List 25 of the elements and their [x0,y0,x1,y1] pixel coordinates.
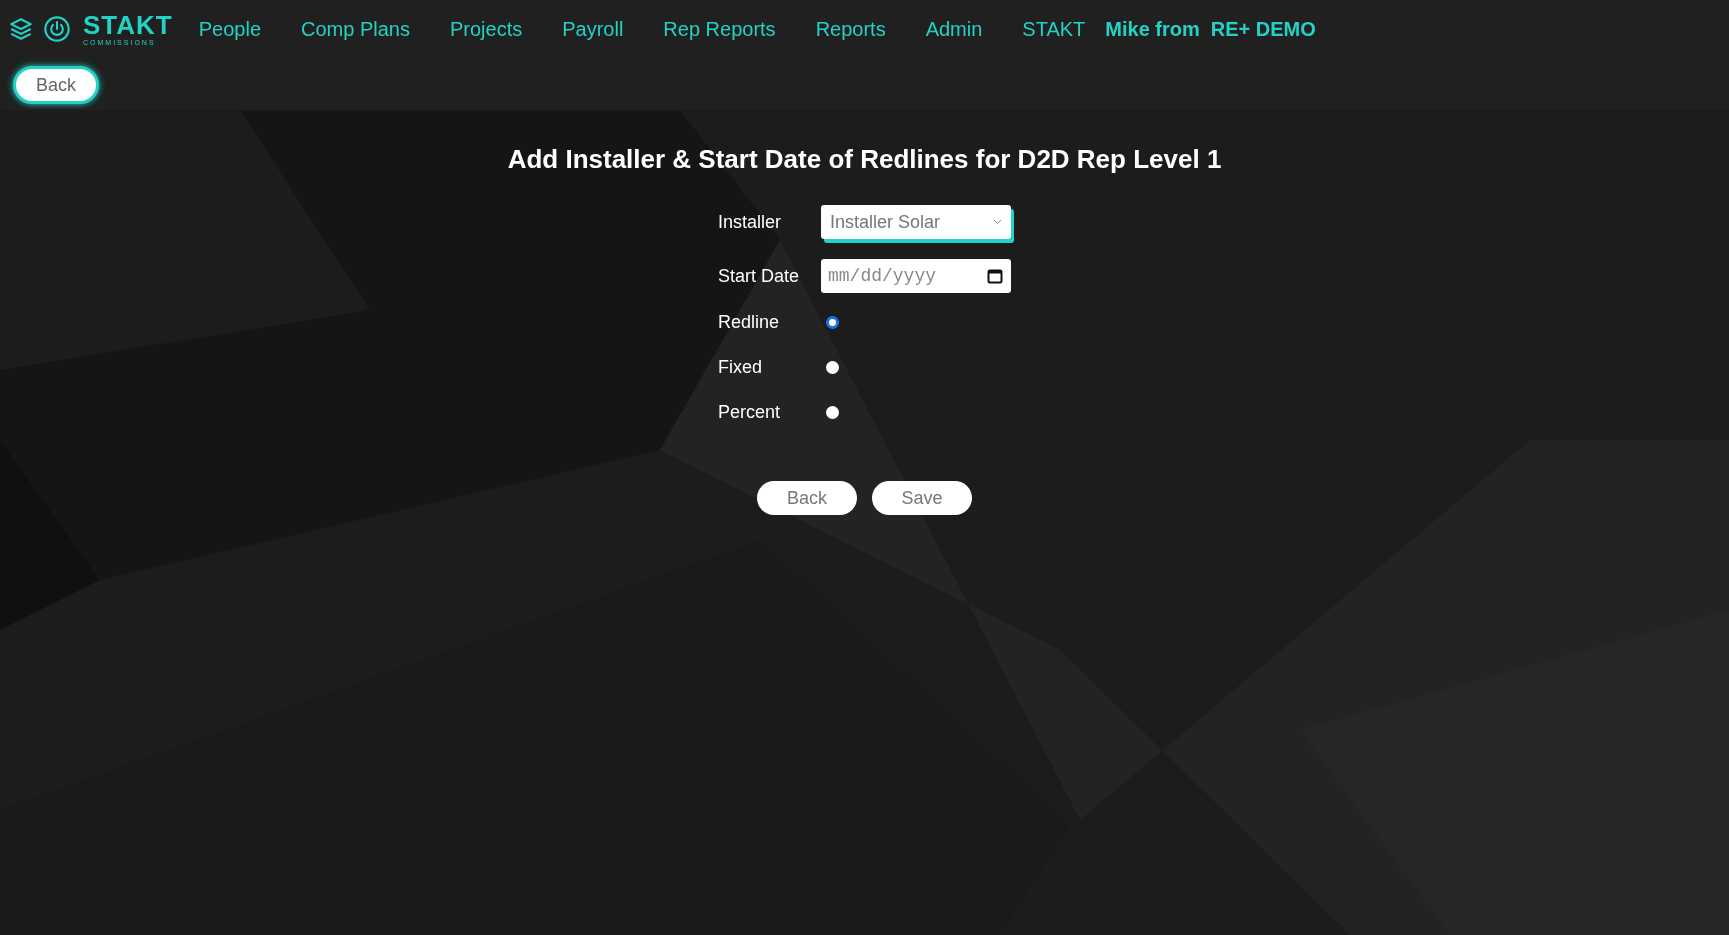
nav-link[interactable]: Comp Plans [301,14,410,44]
stacked-layers-icon[interactable] [8,16,34,42]
save-button[interactable]: Save [872,481,972,515]
nav-link[interactable]: STAKT [1022,14,1086,44]
user-name: Mike from [1105,17,1200,42]
nav-link[interactable]: Payroll [562,14,624,44]
company-name: RE+ DEMO [1210,17,1316,42]
back-button[interactable]: Back [757,481,857,515]
option-label: Fixed [718,356,763,379]
chevron-down-icon [993,219,1002,225]
nav-link[interactable]: Admin [925,14,983,44]
nav-link[interactable]: Rep Reports [663,14,776,44]
installer-label: Installer [718,210,783,234]
option-label: Redline [718,311,781,334]
nav-link[interactable]: Projects [449,14,523,44]
back-button[interactable]: Back [13,66,99,104]
power-icon[interactable] [43,15,71,43]
nav-link[interactable]: Reports [815,14,886,44]
option-label: Percent [718,401,782,424]
start-date-label: Start Date [718,264,801,288]
calendar-icon[interactable] [987,268,1003,284]
page-title: Add Installer & Start Date of Redlines for D2D Rep Level 1 [507,143,1222,176]
nav-link[interactable]: People [198,14,261,44]
brand-logo[interactable]: STAKT [83,12,173,38]
start-date-field[interactable]: mm/dd/yyyy [821,259,1011,293]
